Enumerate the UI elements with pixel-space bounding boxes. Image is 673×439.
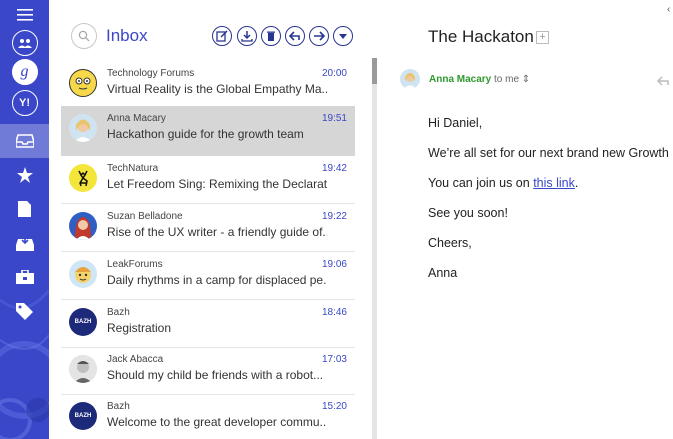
sender-name[interactable]: Anna Macary <box>429 74 491 85</box>
archive-nav-icon[interactable] <box>0 228 49 258</box>
avatar <box>69 355 97 383</box>
message-row[interactable]: Technology Forums Virtual Reality is the… <box>61 61 355 109</box>
message-time: 15:20 <box>321 401 347 412</box>
navigation-rail: g Y! <box>0 0 49 439</box>
reply-button[interactable] <box>285 26 305 46</box>
avatar <box>69 260 97 288</box>
avatar <box>69 69 97 97</box>
avatar <box>69 164 97 192</box>
inbox-nav-icon[interactable] <box>0 124 49 158</box>
message-time: 18:46 <box>321 307 347 318</box>
message-subject: Registration <box>107 321 172 335</box>
email-closing: Cheers, <box>428 236 472 250</box>
forward-button[interactable] <box>309 26 329 46</box>
message-row[interactable]: Jack Abacca Should my child be friends w… <box>61 347 355 395</box>
drafts-nav-icon[interactable] <box>0 194 49 224</box>
message-subject: Hackathon guide for the growth team <box>107 127 304 141</box>
recipient-toggle[interactable]: to me ⇕ <box>494 74 530 85</box>
message-sender: Bazh <box>107 307 130 318</box>
email-body-line: We’re all set for our next brand new Gro… <box>428 146 669 160</box>
message-sender: TechNatura <box>107 163 159 174</box>
emoji-face-icon <box>75 77 91 90</box>
account-group-icon[interactable] <box>0 28 49 58</box>
add-label-icon[interactable]: + <box>536 31 549 44</box>
message-row[interactable]: BAZH Bazh Welcome to the great developer… <box>61 394 355 439</box>
folder-title: Inbox <box>106 26 148 45</box>
list-header: Inbox <box>49 0 375 58</box>
deer-icon <box>78 170 88 187</box>
toolbox-nav-icon[interactable] <box>0 262 49 292</box>
message-row[interactable]: TechNatura Let Freedom Sing: Remixing th… <box>61 156 355 204</box>
message-subject: Rise of the UX writer - a friendly guide… <box>107 225 327 239</box>
chevron-left-icon[interactable]: ‹ <box>667 4 670 15</box>
message-sender: Suzan Belladone <box>107 211 183 222</box>
avatar: BAZH <box>69 402 97 430</box>
message-time: 19:06 <box>321 259 347 270</box>
message-list-pane: Inbox Technology Forums Virtual Reality … <box>49 0 375 439</box>
message-row[interactable]: BAZH Bazh Registration 18:46 <box>61 300 355 348</box>
mail-app: g Y! Inbox Technology Forums Virtual Rea… <box>0 0 673 439</box>
person-photo-icon <box>69 355 97 383</box>
avatar <box>69 212 97 240</box>
message-sender: Anna Macary <box>107 113 166 124</box>
starred-nav-icon[interactable] <box>0 160 49 190</box>
email-subject-title: The Hackaton <box>428 27 534 46</box>
message-time: 19:51 <box>321 113 347 124</box>
forward-icon <box>314 31 325 41</box>
more-actions-button[interactable] <box>333 26 353 46</box>
expand-recipients-icon: ⇕ <box>521 74 531 85</box>
tags-nav-icon[interactable] <box>0 296 49 326</box>
search-button[interactable] <box>71 23 97 49</box>
message-subject: Welcome to the great developer commu... <box>107 415 327 429</box>
avatar: BAZH <box>69 308 97 336</box>
message-subject: Should my child be friends with a robot.… <box>107 368 324 382</box>
message-subject: Daily rhythms in a camp for displaced pe… <box>107 273 327 287</box>
recipient-label: to me <box>494 74 520 85</box>
account-google-icon[interactable]: g <box>0 57 49 87</box>
message-sender: Bazh <box>107 401 130 412</box>
email-body-line: See you soon! <box>428 206 508 220</box>
email-link[interactable]: this link <box>533 176 575 190</box>
person-photo-icon <box>69 114 97 142</box>
email-text: You can join us on <box>428 176 530 190</box>
reading-pane: ‹ The Hackaton + Anna Macary to me ⇕ Hi … <box>377 0 673 439</box>
message-sender: Jack Abacca <box>107 354 164 365</box>
delete-button[interactable] <box>261 26 281 46</box>
message-subject: Virtual Reality is the Global Empathy Ma… <box>107 82 327 96</box>
message-subject: Let Freedom Sing: Remixing the Declarati… <box>107 177 327 191</box>
compose-icon <box>216 30 228 42</box>
email-signature: Anna <box>428 266 458 280</box>
message-row[interactable]: Suzan Belladone Rise of the UX writer - … <box>61 204 355 252</box>
chevron-down-icon <box>339 34 347 39</box>
message-sender: LeakForums <box>107 259 163 270</box>
search-icon <box>78 30 90 42</box>
message-time: 19:42 <box>321 163 347 174</box>
download-button[interactable] <box>237 26 257 46</box>
reply-icon <box>289 31 300 41</box>
email-body-line: You can join us on this link. <box>428 176 578 190</box>
message-row[interactable]: LeakForums Daily rhythms in a camp for d… <box>61 252 355 300</box>
compose-button[interactable] <box>212 26 232 46</box>
delete-icon <box>267 31 275 41</box>
sender-avatar <box>400 69 420 89</box>
message-row-selected[interactable]: Anna Macary Hackathon guide for the grow… <box>61 106 355 156</box>
email-text: . <box>574 176 579 190</box>
email-greeting: Hi Daniel, <box>428 116 483 130</box>
avatar <box>69 114 97 142</box>
message-sender: Technology Forums <box>107 68 195 79</box>
message-time: 17:03 <box>321 354 347 365</box>
account-yahoo-icon[interactable]: Y! <box>0 88 49 118</box>
download-icon <box>241 31 253 42</box>
hamburger-menu-icon[interactable] <box>0 0 49 30</box>
cartoon-face-icon <box>75 267 91 283</box>
message-time: 20:00 <box>321 68 347 79</box>
message-time: 19:22 <box>321 211 347 222</box>
illustrated-person-icon <box>75 217 91 240</box>
reply-icon[interactable] <box>656 73 669 91</box>
